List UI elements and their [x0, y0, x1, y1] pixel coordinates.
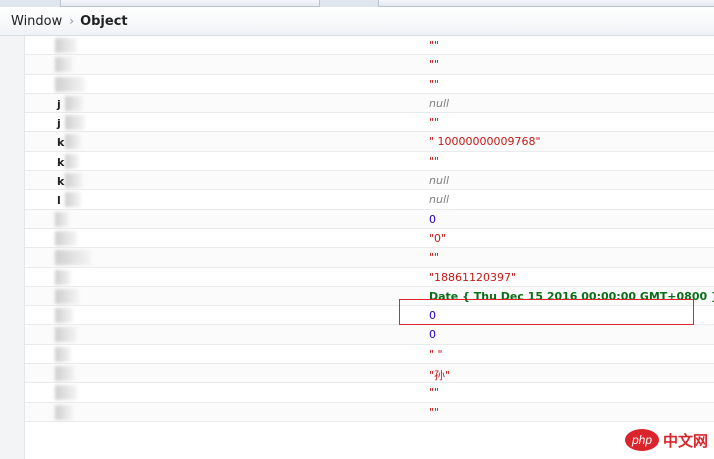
- property-list: "" "" "" j null j "" k " 10000000009768" k "" k null…: [25, 36, 714, 422]
- property-key: l: [57, 194, 61, 208]
- table-row[interactable]: "18861120397": [25, 268, 714, 287]
- table-row[interactable]: "": [25, 36, 714, 56]
- redacted-key-blur: [55, 38, 77, 53]
- redacted-key-blur: [65, 134, 81, 150]
- property-key: j: [57, 97, 61, 111]
- property-value: "": [429, 116, 440, 130]
- property-value: "": [429, 39, 440, 52]
- breadcrumb: Window › Object: [0, 7, 714, 36]
- property-key: k: [57, 155, 65, 169]
- redacted-key-blur: [55, 250, 91, 266]
- watermark-text: 中文网: [662, 431, 708, 450]
- gutter-column: [0, 36, 25, 459]
- redacted-key-blur: [55, 57, 73, 73]
- table-row[interactable]: "0": [25, 229, 714, 249]
- property-value: "": [429, 251, 440, 265]
- property-value: null: [429, 174, 450, 188]
- redacted-key-blur: [55, 346, 71, 362]
- redacted-key-blur: [65, 192, 81, 208]
- redacted-key-blur: [65, 153, 79, 169]
- redacted-key-blur: [65, 173, 83, 189]
- table-row[interactable]: "": [25, 55, 714, 75]
- property-value: null: [429, 96, 450, 110]
- property-value: " ": [429, 347, 443, 361]
- property-value: "孙": [429, 369, 451, 383]
- table-row[interactable]: "": [25, 248, 714, 268]
- redacted-key-blur: [55, 404, 73, 420]
- property-key: k: [57, 136, 65, 150]
- table-row[interactable]: " ": [25, 345, 714, 365]
- php-logo-icon: php: [624, 429, 659, 451]
- redacted-key-blur: [55, 269, 71, 285]
- property-value: "0": [429, 231, 447, 245]
- property-value: "18861120397": [429, 270, 517, 284]
- redacted-key-blur: [55, 308, 73, 324]
- redacted-key-blur: [55, 288, 79, 304]
- property-value: 0: [429, 328, 436, 342]
- table-row[interactable]: "": [25, 402, 714, 422]
- table-row[interactable]: "": [25, 75, 714, 94]
- redacted-key-blur: [55, 76, 85, 92]
- redacted-key-blur: [55, 211, 69, 227]
- table-row[interactable]: 0: [25, 209, 714, 229]
- property-value: "": [429, 58, 440, 72]
- property-value: "": [429, 77, 440, 91]
- tab-partial[interactable]: [60, 0, 320, 7]
- watermark: php 中文网: [624, 427, 708, 453]
- redacted-key-blur: [65, 115, 85, 131]
- property-value: "": [429, 154, 440, 168]
- breadcrumb-object[interactable]: Object: [74, 14, 128, 29]
- table-row[interactable]: j "": [25, 113, 714, 133]
- property-key: j: [57, 117, 61, 131]
- table-row[interactable]: k "": [25, 152, 714, 172]
- top-tab-strip: [0, 0, 714, 7]
- property-key: k: [57, 175, 65, 189]
- table-row[interactable]: "": [25, 383, 714, 403]
- table-row[interactable]: 0: [25, 325, 714, 345]
- redacted-key-blur: [55, 366, 75, 382]
- property-value: " 10000000009768": [429, 135, 541, 149]
- table-row[interactable]: k " 10000000009768": [25, 132, 714, 152]
- property-value: null: [429, 193, 450, 207]
- table-row[interactable]: k null: [25, 171, 714, 191]
- table-row[interactable]: l null: [25, 190, 714, 210]
- table-row[interactable]: j null: [25, 93, 714, 114]
- redacted-key-blur: [55, 230, 77, 246]
- table-row[interactable]: "孙": [25, 364, 714, 384]
- redacted-key-blur: [55, 327, 77, 343]
- property-value: "": [429, 386, 440, 400]
- chevron-right-icon: ›: [69, 14, 75, 28]
- breadcrumb-window[interactable]: Window: [0, 14, 62, 29]
- highlight-box: [399, 299, 694, 325]
- property-value: "": [429, 405, 440, 419]
- redacted-key-blur: [55, 385, 77, 401]
- redacted-key-blur: [65, 95, 83, 111]
- property-value: 0: [429, 212, 436, 226]
- tab-partial[interactable]: [378, 0, 714, 7]
